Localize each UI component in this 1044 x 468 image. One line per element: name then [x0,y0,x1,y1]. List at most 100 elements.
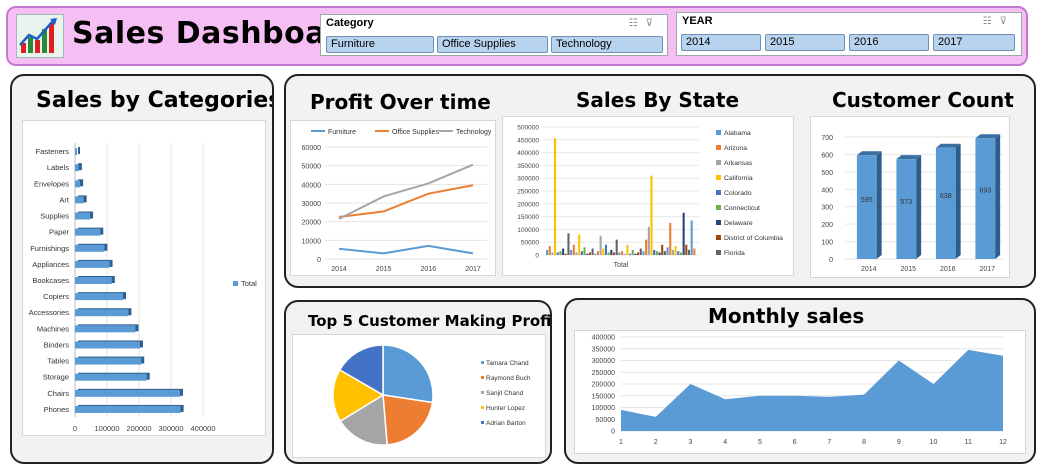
bar [551,252,554,255]
bar [546,249,549,255]
bar [682,212,685,255]
bar [556,252,559,255]
slicer-item-furniture[interactable]: Furniture [326,36,434,53]
category-label: Labels [47,163,69,172]
y-tick-label: 200000 [592,382,615,389]
top5-customers-chart[interactable]: Tamara Chand Raymond Buch Sanjit Chand Hunt… [292,334,546,458]
category-slicer[interactable]: Category ☷⊽ Furniture Office Supplies Te… [320,14,668,56]
y-tick-label: 300000 [517,176,539,183]
legend-label: Florida [724,250,745,257]
area-fill [621,349,1003,431]
x-tick-label: 3 [689,439,693,446]
legend-label: Delaware [724,220,753,227]
bar [75,228,101,236]
bar [623,253,626,255]
legend-label: Furniture [328,129,356,136]
x-tick-label: 2017 [465,266,481,273]
profit-over-time-chart[interactable]: 0 10000 20000 30000 40000 50000 60000 2014 2015 2… [290,120,496,276]
bar [615,239,618,255]
bar [75,180,81,188]
bar [674,246,677,255]
monthly-sales-chart[interactable]: 0 50000 100000 150000 200000 250000 300000 3500… [574,330,1026,454]
y-tick-label: 150000 [592,393,615,400]
bar-side [876,151,882,259]
x-tick-label: 2017 [979,266,995,273]
x-tick-label: 8 [862,439,866,446]
category-label: Paper [49,228,70,237]
slicer-item-2015[interactable]: 2015 [765,34,845,51]
legend-swatch [481,361,484,364]
bar [896,159,917,259]
slicer-item-2014[interactable]: 2014 [681,34,761,51]
category-label: Art [59,195,70,204]
bar [570,249,573,255]
series-line [338,244,474,255]
sales-by-categories-chart[interactable]: 0 100000 200000 300000 400000 Phones Chairs Sto… [22,120,266,436]
x-tick-label: 400000 [190,424,215,433]
bar [935,147,956,259]
year-slicer[interactable]: YEAR ☷⊽ 2014 2015 2016 2017 [676,12,1022,56]
y-tick-label: 700 [821,135,833,142]
y-tick-label: 150000 [517,214,539,221]
bar [594,253,597,255]
bar [677,251,680,255]
slicer-item-office-supplies[interactable]: Office Supplies [437,36,548,53]
legend-label: Office Supplies [392,129,439,136]
legend-label: Connecticut [724,205,760,212]
bar [856,155,877,259]
x-tick-label: 10 [930,439,938,446]
panel-title: Profit Over time [310,90,491,114]
x-tick-label: 2 [654,439,658,446]
multi-select-icon[interactable]: ☷ [983,16,1000,27]
category-label: Storage [43,373,69,382]
bar [75,293,123,301]
bar [658,252,661,255]
bar [631,249,634,255]
customer-count-chart[interactable]: 0 100 200 300 400 500 600 700 595 2014 573 2015 638 2… [810,116,1010,278]
x-tick-label: 11 [965,439,972,446]
bar [567,233,570,255]
legend-swatch [481,391,484,394]
bar-side [916,155,922,259]
y-tick-label: 350000 [592,346,615,353]
legend-label: Technology [456,129,492,136]
bar [637,252,640,255]
x-tick-label: 4 [723,439,727,446]
slicer-item-technology[interactable]: Technology [551,36,663,53]
legend-label: Raymond Buch [486,375,531,382]
y-tick-label: 60000 [302,145,322,152]
clear-filter-icon[interactable]: ⊽ [646,18,661,29]
legend-swatch [481,406,484,409]
y-tick-label: 200 [821,222,833,229]
y-tick-label: 200000 [517,201,539,208]
pie-slice [382,344,434,404]
x-tick-label: 2014 [861,266,877,273]
x-tick-label: 2015 [900,266,916,273]
panel-title: Customer Count [832,88,1014,112]
bar [604,244,608,255]
sales-by-state-chart[interactable]: 0 50000 100000 150000 200000 250000 300000 3500… [502,116,794,276]
x-tick-label: 200000 [126,424,151,433]
x-axis-label: Total [614,262,629,269]
multi-select-icon[interactable]: ☷ [629,18,646,29]
bar [586,253,589,255]
legend-label: Arizona [724,145,747,152]
category-label: Appliances [32,260,69,269]
data-label: 638 [940,193,952,200]
slicer-item-2017[interactable]: 2017 [933,34,1015,51]
x-tick-label: 0 [73,424,77,433]
legend-swatch [716,145,721,150]
bar [75,405,181,413]
y-tick-label: 100 [821,240,833,247]
y-tick-label: 350000 [517,163,539,170]
legend-label: California [724,175,753,182]
bar [626,244,629,255]
slicer-item-2016[interactable]: 2016 [849,34,929,51]
bar [75,260,110,268]
bar [75,357,142,365]
bar [650,175,653,255]
bar [75,244,105,252]
clear-filter-icon[interactable]: ⊽ [1000,16,1015,27]
pie-slice [382,394,434,446]
bar [671,249,674,255]
